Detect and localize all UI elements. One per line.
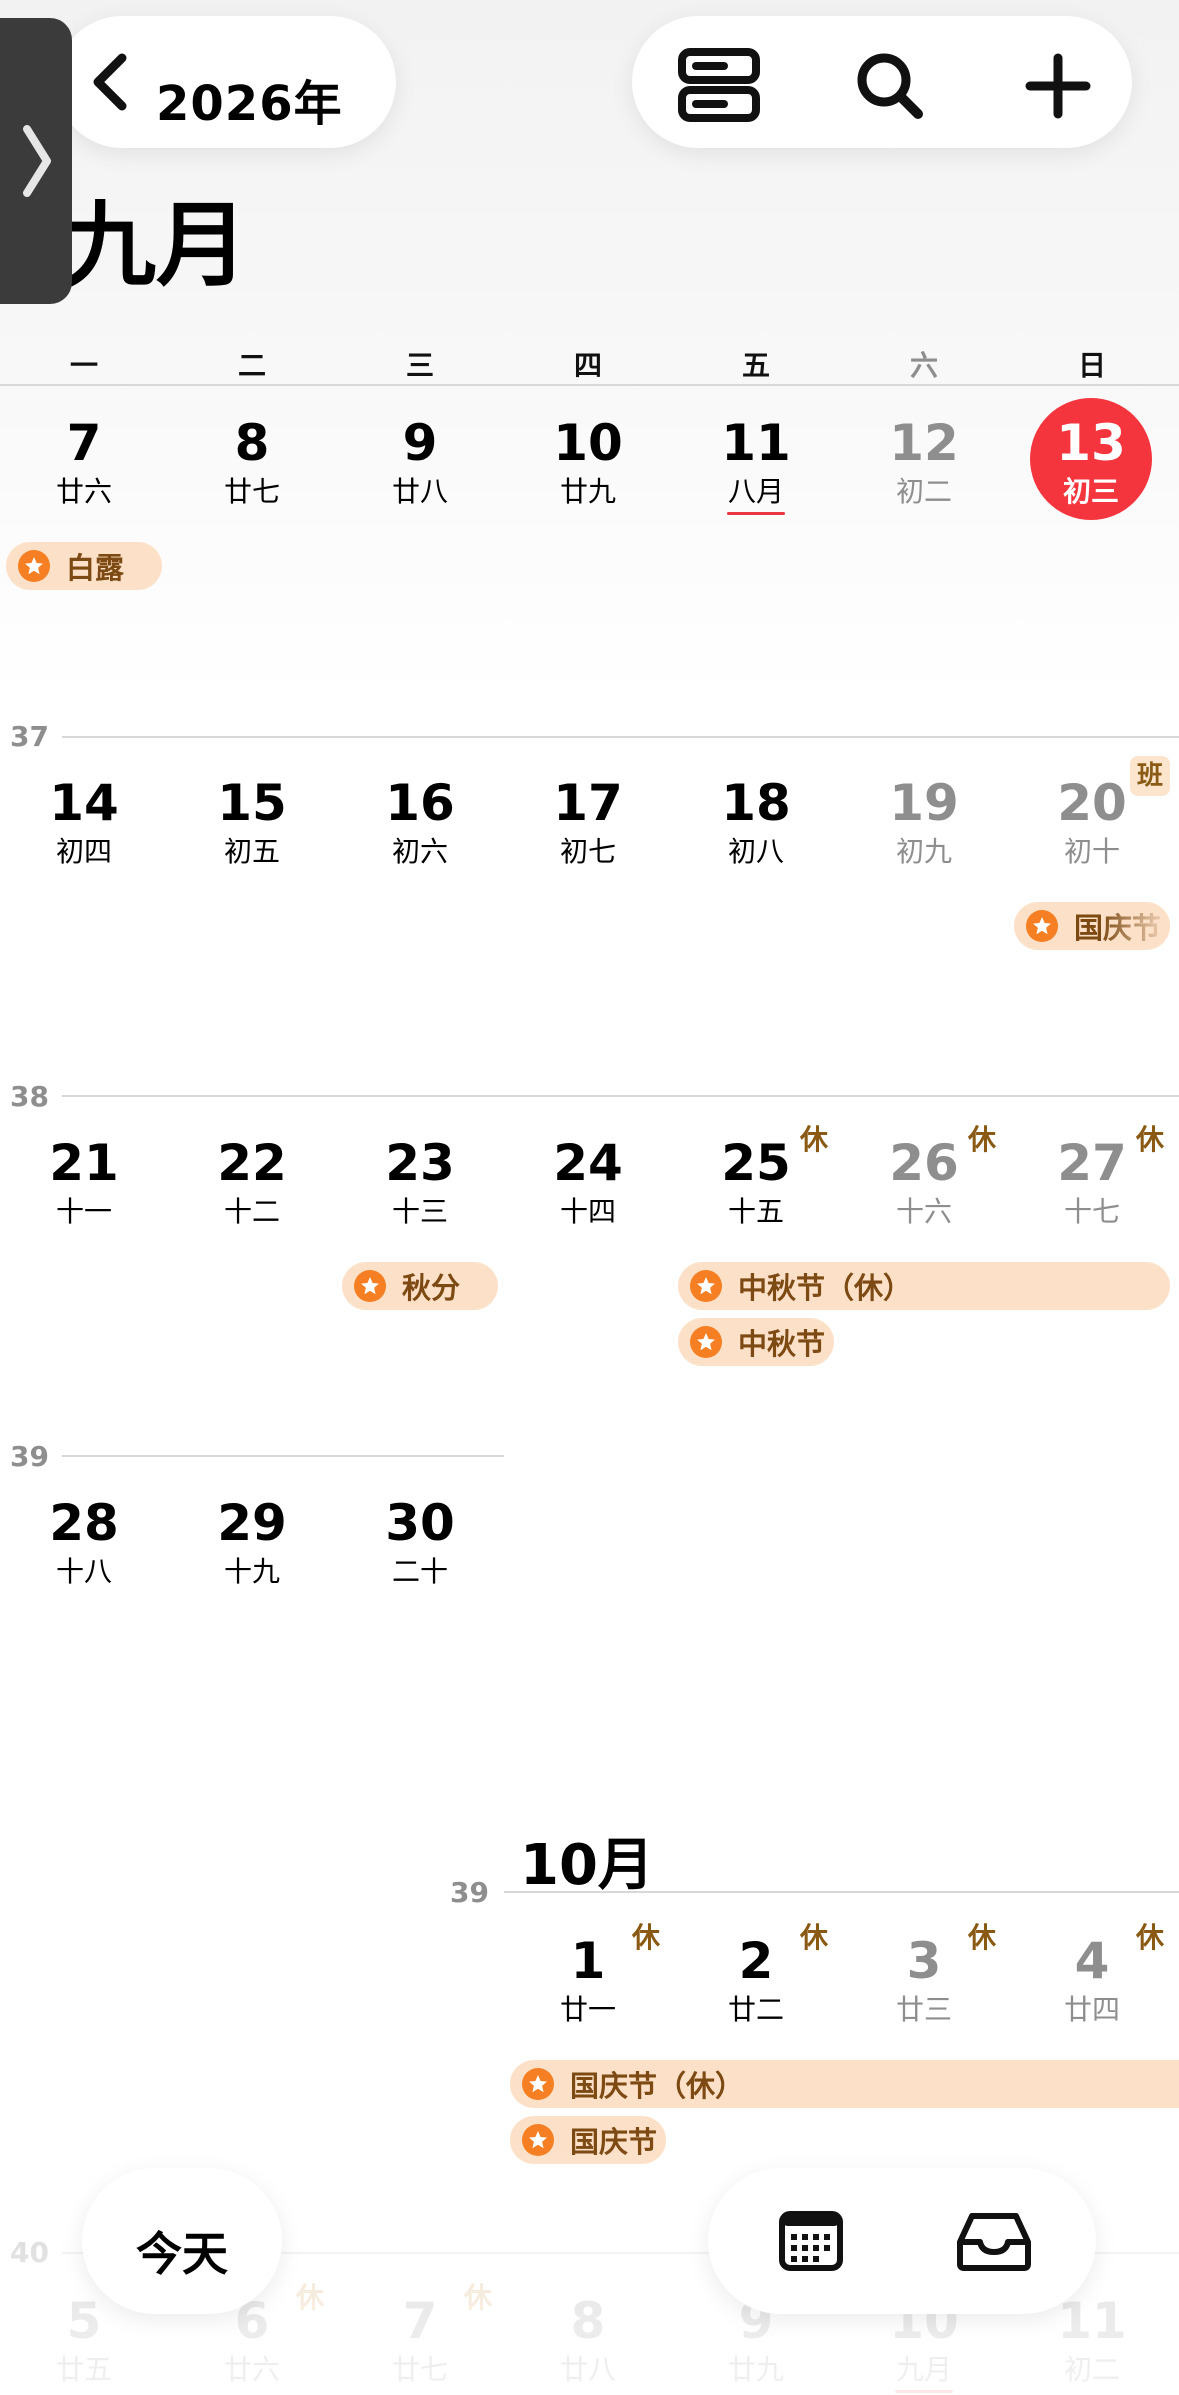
weekday-label: 日: [1077, 349, 1106, 382]
day-cell[interactable]: 29 十九: [168, 1498, 336, 1586]
holiday-badge: 休: [1136, 1921, 1165, 1954]
week-divider: [62, 1455, 504, 1457]
holiday-badge: 休: [968, 1123, 997, 1156]
lunar-month-start-marker: [727, 512, 785, 515]
week-number: 37: [10, 720, 49, 753]
header-divider: [0, 384, 1179, 386]
star-icon: [690, 1270, 722, 1302]
weekday-label: 四: [573, 349, 602, 382]
day-cell[interactable]: 28 十八: [0, 1498, 168, 1586]
holiday-badge: 休: [800, 1921, 829, 1954]
event-chip[interactable]: 国庆节（休）: [510, 2060, 1179, 2108]
search-button[interactable]: [850, 46, 940, 119]
today-label: 今天: [136, 2227, 228, 2281]
day-cell[interactable]: 21 十一: [0, 1138, 168, 1226]
weekday-label: 六: [909, 349, 938, 382]
day-cell[interactable]: 11 八月: [672, 418, 840, 515]
event-chip[interactable]: 白露: [6, 542, 162, 590]
day-cell[interactable]: 10 廿九: [504, 418, 672, 506]
list-view-icon: [678, 48, 760, 122]
holiday-badge: 休: [968, 1921, 997, 1954]
event-chip[interactable]: 秋分: [342, 1262, 498, 1310]
weekday-label: 一: [69, 349, 98, 382]
star-icon: [1026, 910, 1058, 942]
day-cell[interactable]: 7 廿六: [0, 418, 168, 506]
week-number: 40: [10, 2236, 49, 2269]
year-label: 2026年: [156, 76, 343, 132]
day-cell[interactable]: 18 初八: [672, 778, 840, 866]
list-view-button[interactable]: [674, 46, 764, 122]
add-event-button[interactable]: [1018, 46, 1108, 119]
weekday-label: 五: [741, 349, 770, 382]
day-cell-today[interactable]: 13 初三: [1007, 418, 1175, 506]
event-chip[interactable]: 中秋节: [678, 1318, 834, 1366]
year-back-button[interactable]: 2026年: [56, 16, 396, 148]
event-chip[interactable]: 国庆节: [510, 2116, 666, 2164]
day-cell[interactable]: 17 初七: [504, 778, 672, 866]
calendar-grid-icon: [779, 2211, 843, 2271]
holiday-badge: 休: [800, 1123, 829, 1156]
day-cell[interactable]: 8 廿八: [504, 2296, 672, 2384]
star-icon: [18, 550, 50, 582]
star-icon: [522, 2068, 554, 2100]
weekday-header: 一 二 三 四 五 六 日: [0, 344, 1179, 384]
week-number: 39: [450, 1876, 489, 1909]
event-chip[interactable]: 国庆节: [1014, 902, 1170, 950]
chevron-right-icon: [23, 125, 51, 197]
month-title-october: 10月: [520, 1833, 654, 1898]
workday-badge: 班: [1130, 756, 1170, 796]
holiday-badge: 休: [1136, 1123, 1165, 1156]
star-icon: [522, 2124, 554, 2156]
holiday-badge: 休: [632, 1921, 661, 1954]
holiday-badge: 休: [296, 2281, 325, 2314]
week-divider: [62, 736, 1179, 738]
top-toolbar: [632, 16, 1132, 148]
day-cell[interactable]: 16 初六: [336, 778, 504, 866]
weekday-label: 三: [405, 349, 434, 382]
inbox-icon: [957, 2213, 1031, 2271]
holiday-badge: 休: [464, 2281, 493, 2314]
plus-icon: [1025, 53, 1091, 119]
sidebar-toggle[interactable]: [0, 18, 72, 304]
inbox-button[interactable]: [954, 2206, 1034, 2276]
day-cell[interactable]: 22 十二: [168, 1138, 336, 1226]
chevron-left-icon: [93, 53, 127, 111]
day-cell[interactable]: 23 十三: [336, 1138, 504, 1226]
calendar-view-button[interactable]: [776, 2206, 846, 2276]
day-cell[interactable]: 24 十四: [504, 1138, 672, 1226]
week-divider: [504, 1891, 1179, 1893]
week-number: 39: [10, 1440, 49, 1473]
event-chip[interactable]: 中秋节（休）: [678, 1262, 1170, 1310]
day-cell[interactable]: 30 二十: [336, 1498, 504, 1586]
lunar-month-start-marker: [895, 2390, 953, 2393]
day-cell[interactable]: 15 初五: [168, 778, 336, 866]
day-cell[interactable]: 9 廿八: [336, 418, 504, 506]
search-icon: [857, 53, 923, 119]
star-icon: [690, 1326, 722, 1358]
day-cell[interactable]: 12 初二: [840, 418, 1008, 506]
week-number: 38: [10, 1080, 49, 1113]
day-cell[interactable]: 8 廿七: [168, 418, 336, 506]
week-divider: [62, 1095, 1179, 1097]
weekday-label: 二: [237, 349, 266, 382]
day-cell[interactable]: 14 初四: [0, 778, 168, 866]
day-cell[interactable]: 19 初九: [840, 778, 1008, 866]
month-title: 九月: [64, 192, 249, 299]
bottom-toolbar: [708, 2168, 1096, 2314]
today-button[interactable]: 今天: [82, 2168, 282, 2314]
star-icon: [354, 1270, 386, 1302]
